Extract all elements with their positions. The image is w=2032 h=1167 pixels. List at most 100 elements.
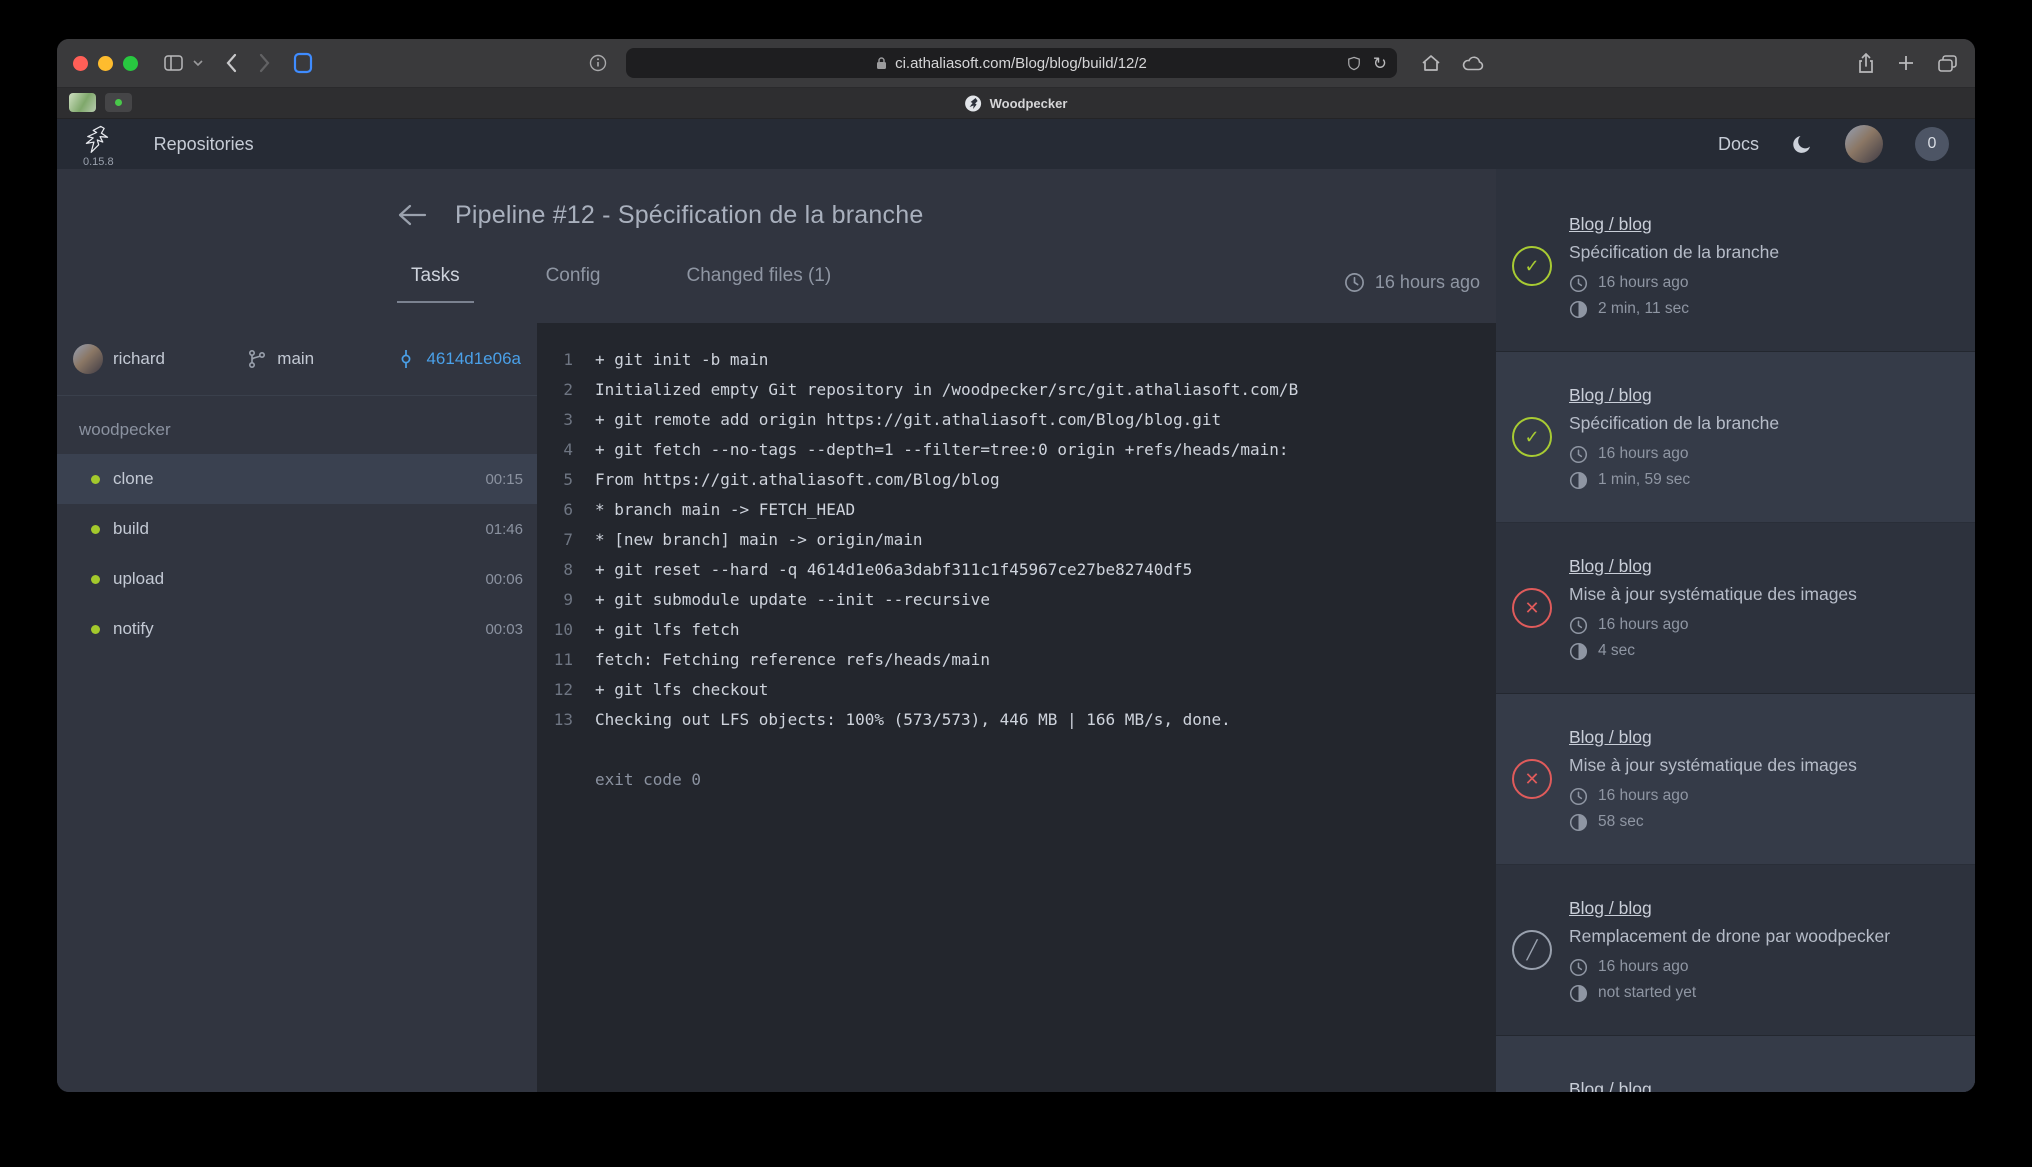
task-name: build [113, 519, 149, 539]
console-line: 13 Checking out LFS objects: 100% (573/5… [537, 705, 1496, 735]
build-item[interactable]: Blog / blog Spécification de la branche … [1496, 352, 1975, 523]
build-status-icon [1512, 588, 1552, 628]
line-text: + git lfs checkout [573, 675, 768, 705]
line-number: 4 [537, 435, 573, 465]
build-time: 16 hours ago [1598, 274, 1689, 292]
commit-hash-link[interactable]: 4614d1e06a [426, 349, 521, 369]
repo-link[interactable]: Blog / blog [1569, 727, 1652, 747]
chevron-down-icon[interactable] [193, 60, 203, 67]
build-item[interactable]: Blog / blog [1496, 1036, 1975, 1092]
console-output[interactable]: 1 + git init -b main 2 Initialized empty… [537, 323, 1496, 1092]
repo-link[interactable]: Blog / blog [1569, 214, 1652, 234]
line-text: + git lfs fetch [573, 615, 740, 645]
build-time: 16 hours ago [1598, 958, 1689, 976]
minimize-window-button[interactable] [98, 56, 113, 71]
forward-button[interactable] [259, 53, 271, 73]
pending-count-badge[interactable]: 0 [1915, 127, 1949, 161]
commit-group: 4614d1e06a [396, 349, 521, 369]
line-number: 8 [537, 555, 573, 585]
pipeline-tab[interactable]: Config [532, 265, 615, 303]
pinned-tab-1[interactable] [69, 93, 96, 112]
line-number: 3 [537, 405, 573, 435]
commit-author: richard [73, 344, 165, 374]
woodpecker-logo[interactable]: 0.15.8 [83, 125, 114, 168]
console-line: 5 From https://git.athaliasoft.com/Blog/… [537, 465, 1496, 495]
clock-icon [1569, 274, 1588, 293]
line-number: 10 [537, 615, 573, 645]
build-item[interactable]: Blog / blog Mise à jour systématique des… [1496, 694, 1975, 865]
build-message: Remplacement de drone par woodpecker [1569, 926, 1955, 947]
cloud-icon[interactable] [1461, 55, 1485, 71]
clock-icon [1569, 616, 1588, 635]
task-row[interactable]: clone 00:15 [57, 454, 537, 504]
console-line: 6 * branch main -> FETCH_HEAD [537, 495, 1496, 525]
pinned-tab-2[interactable] [105, 93, 132, 112]
task-status-dot [91, 525, 100, 534]
pipeline-tab[interactable]: Changed files (1) [673, 265, 846, 303]
user-avatar[interactable] [1845, 125, 1883, 163]
clock-icon [1344, 272, 1365, 293]
build-item[interactable]: Blog / blog Remplacement de drone par wo… [1496, 865, 1975, 1036]
tab-strip: Woodpecker [57, 88, 1975, 119]
clock-icon [1569, 445, 1588, 464]
build-time-row: 16 hours ago [1569, 616, 1955, 635]
task-status-dot [91, 625, 100, 634]
zoom-window-button[interactable] [123, 56, 138, 71]
home-icon[interactable] [1421, 54, 1441, 72]
tab-overview-icon[interactable] [1938, 55, 1957, 72]
pipeline-tab[interactable]: Tasks [397, 265, 474, 303]
console-line: 11 fetch: Fetching reference refs/heads/… [537, 645, 1496, 675]
build-item[interactable]: Blog / blog Mise à jour systématique des… [1496, 523, 1975, 694]
close-window-button[interactable] [73, 56, 88, 71]
build-duration-row: 4 sec [1569, 642, 1955, 661]
workflow-name: woodpecker [57, 420, 537, 440]
page-icon[interactable] [293, 52, 313, 74]
reload-icon[interactable]: ↻ [1373, 55, 1387, 72]
console-line: 3 + git remote add origin https://git.at… [537, 405, 1496, 435]
address-bar[interactable]: ci.athaliasoft.com/Blog/blog/build/12/2 … [626, 48, 1397, 78]
task-duration: 00:06 [485, 571, 523, 588]
back-button[interactable] [225, 53, 237, 73]
line-text: * [new branch] main -> origin/main [573, 525, 923, 555]
line-number: 1 [537, 345, 573, 375]
active-tab-title: Woodpecker [990, 96, 1068, 111]
info-icon[interactable] [589, 54, 607, 72]
build-message: Mise à jour systématique des images [1569, 755, 1955, 776]
build-status-icon [1512, 759, 1552, 799]
repo-link[interactable]: Blog / blog [1569, 556, 1652, 576]
build-duration-row: 2 min, 11 sec [1569, 300, 1955, 319]
dark-mode-moon-icon[interactable] [1791, 133, 1813, 155]
back-arrow-icon[interactable] [397, 203, 427, 227]
nav-docs[interactable]: Docs [1718, 134, 1759, 155]
console-line: 1 + git init -b main [537, 345, 1496, 375]
woodpecker-app: 0.15.8 Repositories Docs 0 Pipeline #12 … [57, 119, 1975, 1092]
line-text: + git init -b main [573, 345, 768, 375]
nav-repositories[interactable]: Repositories [154, 134, 254, 155]
pipeline-time-ago: 16 hours ago [1344, 272, 1480, 303]
sidebar-toggle-icon[interactable] [164, 55, 183, 71]
duration-icon [1569, 642, 1588, 661]
build-item[interactable]: Blog / blog Spécification de la branche … [1496, 181, 1975, 352]
line-text: + git reset --hard -q 4614d1e06a3dabf311… [573, 555, 1192, 585]
build-time: 16 hours ago [1598, 445, 1689, 463]
build-message: Spécification de la branche [1569, 242, 1955, 263]
duration-icon [1569, 984, 1588, 1003]
task-row[interactable]: upload 00:06 [57, 554, 537, 604]
active-tab[interactable]: Woodpecker [965, 88, 1068, 118]
new-tab-icon[interactable] [1898, 55, 1914, 71]
console-line: 7 * [new branch] main -> origin/main [537, 525, 1496, 555]
clock-icon [1569, 958, 1588, 977]
line-number: 9 [537, 585, 573, 615]
share-icon[interactable] [1858, 53, 1874, 74]
task-row[interactable]: notify 00:03 [57, 604, 537, 654]
build-duration-row: 58 sec [1569, 813, 1955, 832]
privacy-shield-icon[interactable] [1347, 56, 1361, 71]
repo-link[interactable]: Blog / blog [1569, 1079, 1652, 1092]
repo-link[interactable]: Blog / blog [1569, 385, 1652, 405]
line-number: 12 [537, 675, 573, 705]
task-status-dot [91, 575, 100, 584]
console-line: 9 + git submodule update --init --recurs… [537, 585, 1496, 615]
task-row[interactable]: build 01:46 [57, 504, 537, 554]
build-time: 16 hours ago [1598, 616, 1689, 634]
repo-link[interactable]: Blog / blog [1569, 898, 1652, 918]
